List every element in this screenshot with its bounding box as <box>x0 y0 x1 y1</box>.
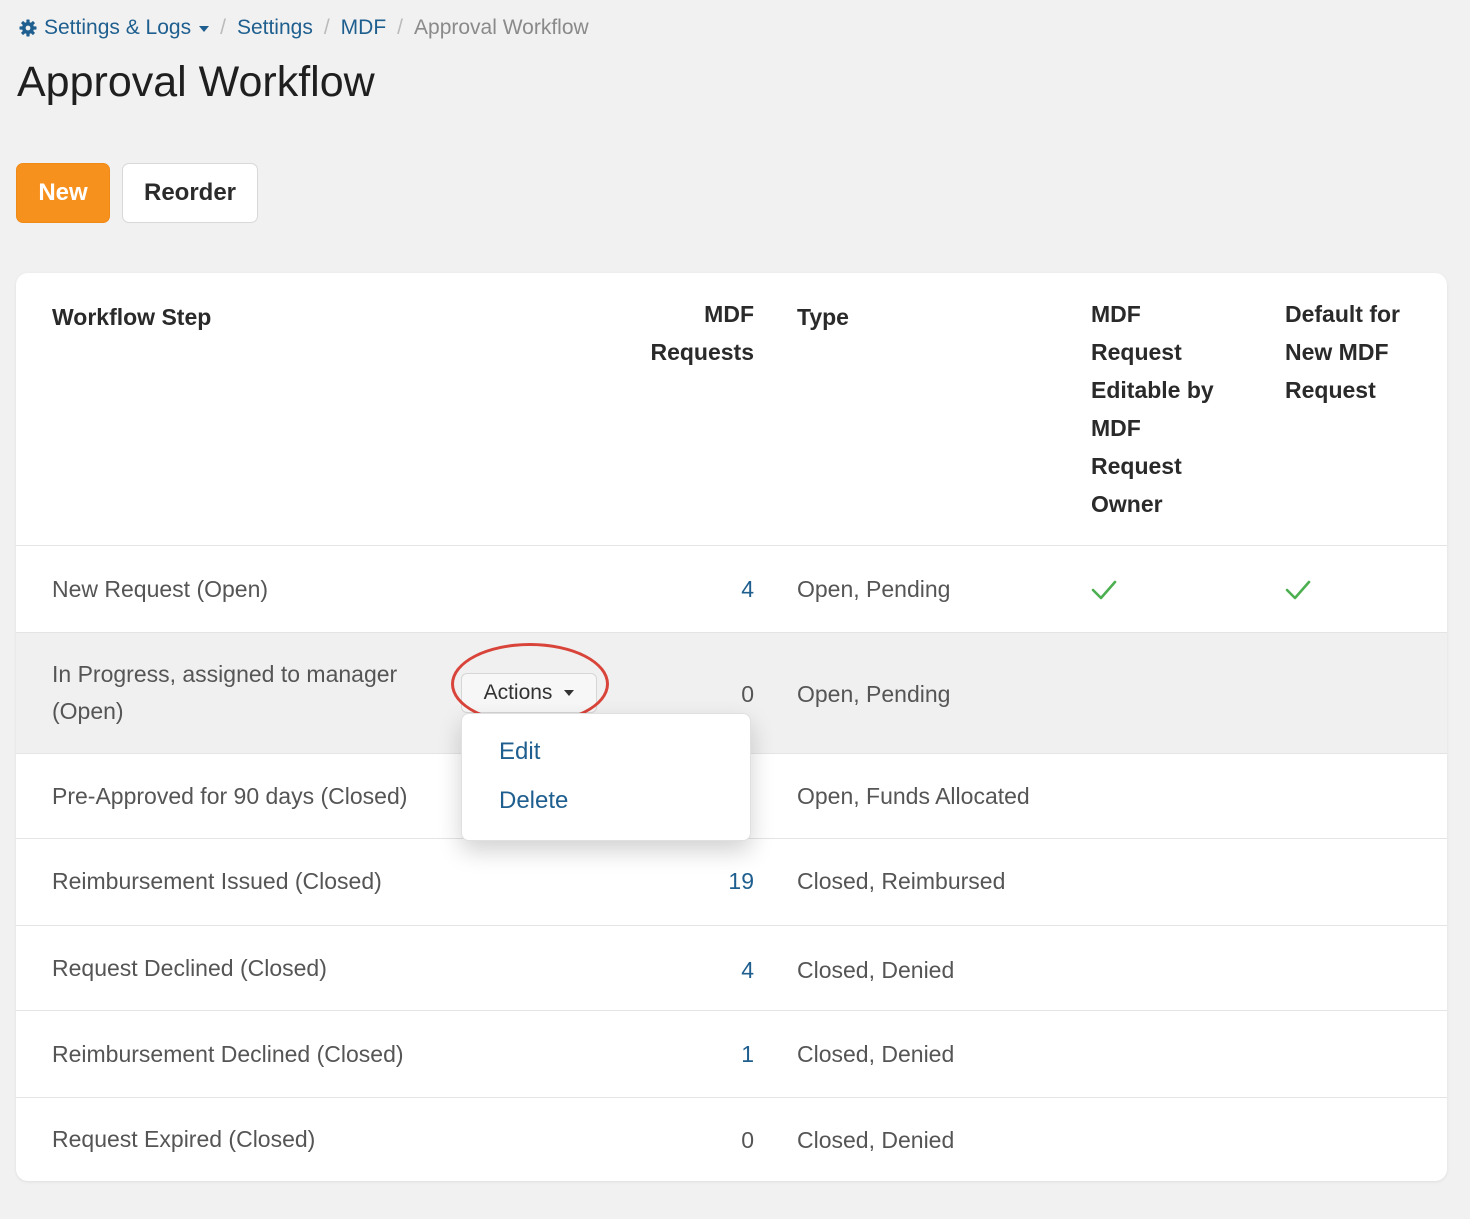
workflow-step-line: (Open) <box>52 698 124 724</box>
workflow-type: Closed, Reimbursed <box>797 868 1006 894</box>
workflow-step-name: Reimbursement Issued (Closed) <box>52 868 382 894</box>
workflow-type: Closed, Denied <box>797 1041 955 1067</box>
breadcrumb-settings-logs[interactable]: Settings & Logs <box>44 16 191 40</box>
workflow-type: Open, Pending <box>797 576 951 602</box>
header-text: MDF <box>1091 301 1141 327</box>
workflow-step-name: New Request (Open) <box>52 576 269 602</box>
workflow-type: Open, Pending <box>797 681 951 707</box>
new-button[interactable]: New <box>16 163 110 223</box>
table-row[interactable]: Request Expired (Closed) 0 Closed, Denie… <box>16 1097 1447 1181</box>
header-text: Owner <box>1091 491 1163 517</box>
reorder-button[interactable]: Reorder <box>122 163 258 223</box>
mdf-requests-count: 0 <box>741 1127 754 1153</box>
header-text: MDF <box>704 301 754 327</box>
mdf-requests-count[interactable]: 19 <box>728 863 754 900</box>
mdf-requests-count: 0 <box>741 681 754 707</box>
header-default-for-new: Default for New MDF Request <box>1285 295 1400 409</box>
table-row[interactable]: Reimbursement Declined (Closed) 1 Closed… <box>16 1010 1447 1097</box>
breadcrumb: Settings & Logs / Settings / MDF / Appro… <box>18 16 589 40</box>
workflow-step-name: In Progress, assigned to manager (Open) <box>52 656 397 730</box>
table-row[interactable]: Reimbursement Issued (Closed) 19 Closed,… <box>16 838 1447 925</box>
header-text: Default for <box>1285 301 1400 327</box>
workflow-step-name: Request Expired (Closed) <box>52 1126 316 1152</box>
actions-menu: Edit Delete <box>461 713 751 841</box>
mdf-requests-count[interactable]: 4 <box>741 952 754 989</box>
breadcrumb-mdf[interactable]: MDF <box>341 16 387 40</box>
chevron-down-icon <box>564 690 575 696</box>
header-workflow-step: Workflow Step <box>52 304 212 330</box>
breadcrumb-settings[interactable]: Settings <box>237 16 313 40</box>
actions-dropdown-button[interactable]: Actions <box>461 673 597 713</box>
breadcrumb-separator: / <box>397 16 404 39</box>
workflow-step-line: In Progress, assigned to manager <box>52 661 398 687</box>
mdf-requests-count[interactable]: 4 <box>741 571 754 608</box>
table-row[interactable]: Request Declined (Closed) 4 Closed, Deni… <box>16 925 1447 1010</box>
header-text: MDF <box>1091 415 1141 441</box>
workflow-type: Open, Funds Allocated <box>797 783 1030 809</box>
menu-item-edit[interactable]: Edit <box>499 738 540 766</box>
header-editable-by-owner: MDF Request Editable by MDF Request Owne… <box>1091 295 1214 523</box>
chevron-down-icon[interactable] <box>199 26 210 32</box>
header-text: Request <box>1091 453 1182 479</box>
breadcrumb-current: Approval Workflow <box>414 16 589 39</box>
gear-icon <box>18 18 38 38</box>
check-icon <box>1091 580 1117 600</box>
workflow-step-name: Pre-Approved for 90 days (Closed) <box>52 783 408 809</box>
workflow-step-name: Reimbursement Declined (Closed) <box>52 1041 404 1067</box>
workflow-type: Closed, Denied <box>797 1127 955 1153</box>
header-text: Request <box>1091 339 1182 365</box>
breadcrumb-separator: / <box>323 16 330 39</box>
table-row[interactable]: New Request (Open) 4 Open, Pending <box>16 545 1447 632</box>
header-text: Request <box>1285 377 1376 403</box>
header-text: New MDF <box>1285 339 1389 365</box>
header-type: Type <box>797 304 849 330</box>
header-text: Editable by <box>1091 377 1214 403</box>
breadcrumb-separator: / <box>220 16 226 39</box>
page-title: Approval Workflow <box>17 58 375 106</box>
workflow-type: Closed, Denied <box>797 957 955 983</box>
header-mdf-requests: MDF Requests <box>650 295 754 371</box>
workflow-step-name: Request Declined (Closed) <box>52 955 327 981</box>
menu-item-delete[interactable]: Delete <box>499 787 568 815</box>
check-icon <box>1285 580 1311 600</box>
actions-label: Actions <box>483 681 553 704</box>
mdf-requests-count[interactable]: 1 <box>741 1036 754 1073</box>
header-text: Requests <box>650 339 754 365</box>
